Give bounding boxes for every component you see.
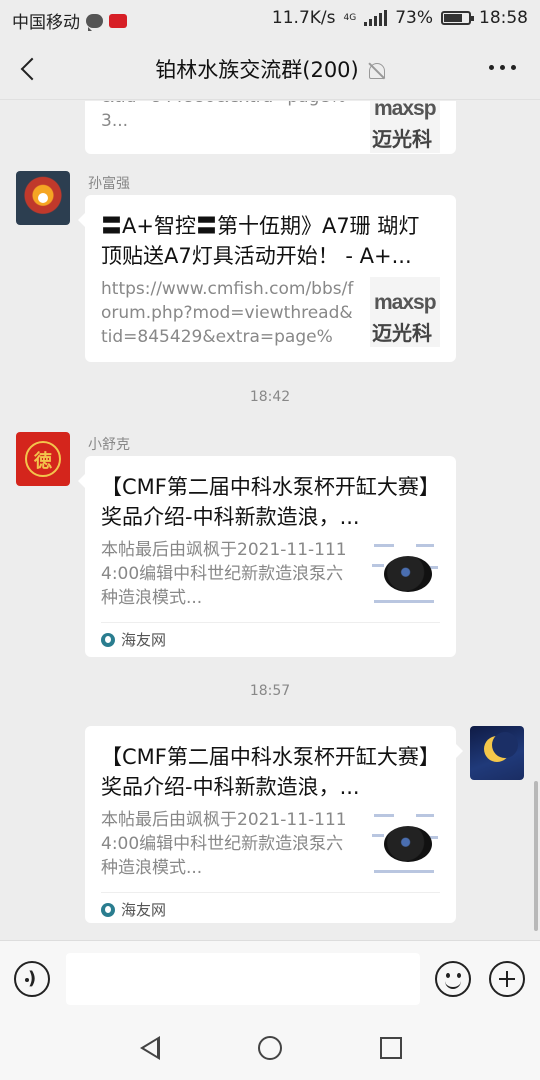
system-nav-bar [0, 1016, 540, 1080]
pump-image [384, 556, 432, 592]
link-card[interactable]: /forum.php?mod=viewthread&tid=844880&ext… [85, 101, 456, 154]
battery-percent: 73% [395, 8, 433, 28]
status-left: 中国移动 [12, 8, 127, 33]
carrier-label: 中国移动 [12, 13, 80, 33]
sender-name: 小舒克 [88, 437, 130, 453]
message-input[interactable] [66, 953, 420, 1005]
haiyou-source-icon [101, 902, 115, 917]
chat-title-wrap: 铂林水族交流群(200) [0, 54, 540, 84]
link-card[interactable]: 【CMF第二届中科水泵杯开缸大赛】奖品介绍-中科新款造浪，... 本帖最后由飒枫… [85, 726, 463, 926]
avatar[interactable] [16, 171, 70, 225]
card-description: 本帖最后由飒枫于2021-11-1114:00编辑中科世纪新款造浪泵六种造浪模式… [101, 810, 347, 878]
card-body: https://www.cmfish.com/bbs/forum.php?mod… [101, 277, 440, 349]
card-description: https://www.cmfish.com/bbs/forum.php?mod… [101, 279, 354, 347]
thumb-logo-text: maxsp [374, 101, 437, 120]
time-divider: 18:42 [249, 389, 291, 405]
status-bar: 中国移动 11.7K/s 4G 73% 18:58 [0, 0, 540, 38]
source-label: 海友网 [121, 901, 167, 919]
nav-home-icon[interactable] [258, 1036, 282, 1060]
pump-image [384, 826, 432, 862]
more-icon[interactable] [489, 65, 516, 70]
clock: 18:58 [479, 8, 528, 28]
voice-icon[interactable] [14, 961, 50, 997]
signal-icon [364, 10, 388, 26]
time-divider: 18:57 [249, 683, 291, 699]
pump-thumbnail [370, 538, 440, 608]
message-list[interactable]: /forum.php?mod=viewthread&tid=844880&ext… [0, 101, 540, 939]
avatar[interactable] [470, 726, 524, 780]
card-title: 〓A+智控〓第十伍期》A7珊 瑚灯顶贴送A7灯具活动开始！ - A+... [101, 214, 420, 268]
network-speed: 11.7K/s [271, 8, 336, 28]
avatar-glyph: 徳 [34, 451, 52, 472]
pump-thumbnail [370, 808, 440, 878]
card-title: 【CMF第二届中科水泵杯开缸大赛】奖品介绍-中科新款造浪，... [101, 745, 440, 799]
card-body: 本帖最后由飒枫于2021-11-1114:00编辑中科世纪新款造浪泵六种造浪模式… [101, 808, 440, 880]
link-card[interactable]: 【CMF第二届中科水泵杯开缸大赛】奖品介绍-中科新款造浪，... 本帖最后由飒枫… [78, 456, 456, 657]
scrollbar[interactable] [534, 781, 538, 931]
thumb-logo-text: maxsp [374, 291, 437, 314]
thumb-logo-subtext: 迈光科 [372, 321, 432, 345]
battery-icon [441, 11, 474, 25]
maxspect-thumbnail: maxsp 迈光科 [370, 101, 440, 153]
card-source: 海友网 [101, 622, 440, 656]
card-title: 【CMF第二届中科水泵杯开缸大赛】奖品介绍-中科新款造浪，... [101, 475, 440, 529]
haiyou-source-icon [101, 632, 115, 647]
input-bar [0, 940, 540, 1016]
message-notification-icon [86, 13, 103, 31]
link-card[interactable]: 〓A+智控〓第十伍期》A7珊 瑚灯顶贴送A7灯具活动开始！ - A+... ht… [78, 195, 456, 362]
nav-recent-icon[interactable] [380, 1037, 402, 1059]
card-body: 本帖最后由飒枫于2021-11-1114:00编辑中科世纪新款造浪泵六种造浪模式… [101, 538, 440, 610]
source-label: 海友网 [121, 631, 167, 649]
thumb-logo-subtext: 迈光科 [372, 127, 432, 151]
emoji-icon[interactable] [435, 961, 471, 997]
card-source: 海友网 [101, 892, 440, 926]
sender-name: 孙富强 [88, 176, 130, 192]
card-description: /forum.php?mod=viewthread&tid=844880&ext… [101, 101, 346, 131]
maxspect-thumbnail: maxsp 迈光科 [370, 277, 440, 347]
status-right: 11.7K/s 4G 73% 18:58 [272, 8, 528, 28]
nav-back-icon[interactable] [140, 1036, 160, 1060]
chat-header: 铂林水族交流群(200) [0, 38, 540, 100]
card-description: 本帖最后由飒枫于2021-11-1114:00编辑中科世纪新款造浪泵六种造浪模式… [101, 540, 347, 608]
card-body: /forum.php?mod=viewthread&tid=844880&ext… [101, 101, 440, 153]
chat-title: 铂林水族交流群(200) [155, 58, 359, 82]
network-type: 4G [343, 12, 357, 23]
huawei-icon [109, 13, 127, 28]
plus-icon[interactable] [489, 961, 525, 997]
avatar[interactable]: 徳 [16, 432, 70, 486]
mute-icon [368, 63, 385, 79]
